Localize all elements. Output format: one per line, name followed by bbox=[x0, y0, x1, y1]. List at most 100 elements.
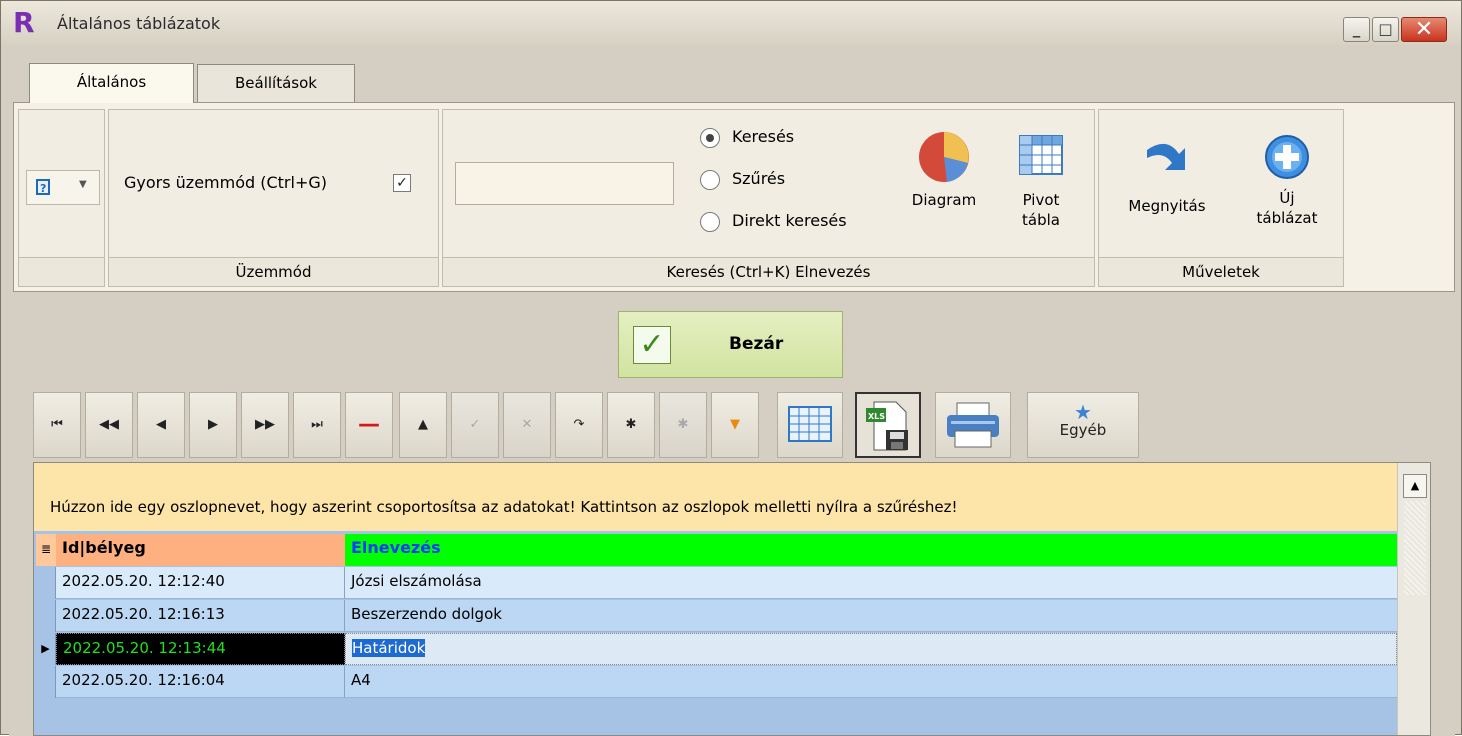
close-form-label: Bezár bbox=[729, 334, 784, 354]
nav-edit-record[interactable]: ▲ bbox=[399, 392, 447, 458]
group-by-hint: Húzzon ide egy oszlopnevet, hogy aszerin… bbox=[50, 498, 958, 516]
radio-szures-label: Szűrés bbox=[732, 169, 786, 188]
table-row[interactable]: 2022.05.20. 12:12:40 Józsi elszámolása bbox=[36, 567, 1397, 600]
radio-kereses[interactable] bbox=[700, 128, 720, 148]
pivot-label-2: tábla bbox=[1022, 211, 1060, 229]
vertical-scrollbar[interactable]: ▲ bbox=[1397, 463, 1430, 735]
search-group-caption: Keresés (Ctrl+K) Elnevezés bbox=[443, 257, 1094, 286]
open-button[interactable]: Megnyitás bbox=[1117, 132, 1217, 216]
printer-icon bbox=[947, 402, 999, 448]
nav-next-record[interactable]: ▶ bbox=[189, 392, 237, 458]
column-header-timestamp[interactable]: Id|bélyeg bbox=[56, 534, 345, 566]
ribbon-group-actions: Megnyitás Új táblázat Műveletek bbox=[1098, 109, 1344, 287]
maximize-button[interactable]: □ bbox=[1372, 17, 1399, 42]
actions-group-caption: Műveletek bbox=[1099, 257, 1343, 286]
nav-filter[interactable]: ▼ bbox=[711, 392, 759, 458]
cell-name[interactable]: Határidok bbox=[345, 633, 1397, 665]
nav-bookmark[interactable]: ✱ bbox=[607, 392, 655, 458]
print-button[interactable] bbox=[935, 392, 1011, 458]
group-by-panel[interactable]: Húzzon ide egy oszlopnevet, hogy aszerin… bbox=[34, 463, 1397, 531]
ribbon-group-search: Keresés Szűrés Direkt keresés Diagram Pi… bbox=[442, 109, 1095, 287]
radio-direkt[interactable] bbox=[700, 212, 720, 232]
app-logo: R bbox=[13, 6, 35, 39]
chevron-down-icon: ▼ bbox=[79, 179, 87, 190]
open-label: Megnyitás bbox=[1128, 197, 1206, 215]
nav-next-page[interactable]: ▶▶ bbox=[241, 392, 289, 458]
cancel-icon: ✕ bbox=[521, 417, 533, 432]
cell-name-selected-text: Határidok bbox=[352, 639, 426, 657]
column-chooser-icon[interactable]: ≣ bbox=[36, 534, 56, 566]
cell-name[interactable]: A4 bbox=[345, 666, 1397, 698]
tab-beallitasok[interactable]: Beállítások bbox=[197, 64, 355, 102]
nav-refresh[interactable]: ↷ bbox=[555, 392, 603, 458]
checkmark-icon: ✓ bbox=[633, 326, 671, 364]
radio-szures[interactable] bbox=[700, 170, 720, 190]
nav-cancel-edit[interactable]: ✕ bbox=[503, 392, 551, 458]
cell-name[interactable]: Józsi elszámolása bbox=[345, 567, 1397, 599]
cell-name[interactable]: Beszerzendo dolgok bbox=[345, 600, 1397, 632]
data-grid[interactable]: Húzzon ide egy oszlopnevet, hogy aszerin… bbox=[33, 462, 1431, 736]
first-record-icon: ⏮ bbox=[51, 417, 63, 432]
table-grid-icon bbox=[788, 406, 832, 442]
check-icon: ✓ bbox=[469, 417, 481, 432]
prev-record-icon: ◀ bbox=[156, 417, 166, 432]
diagram-button[interactable]: Diagram bbox=[899, 130, 989, 210]
current-row-arrow-icon: ▶ bbox=[36, 633, 56, 665]
column-header-name[interactable]: Elnevezés bbox=[345, 534, 1397, 566]
maximize-icon: □ bbox=[1378, 20, 1393, 38]
table-row-selected[interactable]: ▶ 2022.05.20. 12:13:44 Határidok bbox=[36, 633, 1397, 666]
row-indicator bbox=[36, 600, 56, 632]
cell-timestamp[interactable]: 2022.05.20. 12:12:40 bbox=[56, 567, 345, 599]
nav-delete-record[interactable]: — bbox=[345, 392, 393, 458]
title-bar[interactable]: R Általános táblázatok _ □ ✕ bbox=[1, 1, 1461, 45]
nav-last-record[interactable]: ⏭ bbox=[293, 392, 341, 458]
svg-text:?: ? bbox=[40, 182, 46, 195]
other-label: Egyéb bbox=[1059, 421, 1107, 439]
next-page-icon: ▶▶ bbox=[255, 417, 275, 432]
ribbon: ? ▼ Gyors üzemmód (Ctrl+G) ✓ Üzemmód Ker… bbox=[13, 102, 1455, 292]
new-label-1: Új bbox=[1279, 189, 1295, 207]
other-button[interactable]: ★ Egyéb bbox=[1027, 392, 1139, 458]
quick-mode-checkbox[interactable]: ✓ bbox=[393, 174, 411, 192]
cell-timestamp[interactable]: 2022.05.20. 12:13:44 bbox=[56, 633, 345, 665]
row-indicator bbox=[36, 666, 56, 698]
nav-prev-page[interactable]: ◀◀ bbox=[85, 392, 133, 458]
up-triangle-icon: ▲ bbox=[418, 417, 428, 432]
table-row[interactable]: 2022.05.20. 12:16:04 A4 bbox=[36, 666, 1397, 699]
quick-mode-label: Gyors üzemmód (Ctrl+G) bbox=[124, 173, 327, 192]
new-table-button[interactable]: Új táblázat bbox=[1245, 132, 1329, 228]
tab-altalanos[interactable]: Általános bbox=[29, 63, 194, 103]
nav-first-record[interactable]: ⏮ bbox=[33, 392, 81, 458]
search-input[interactable] bbox=[455, 162, 674, 205]
refresh-icon: ↷ bbox=[573, 417, 585, 432]
nav-goto-bookmark[interactable]: ✱ bbox=[659, 392, 707, 458]
minimize-button[interactable]: _ bbox=[1343, 17, 1370, 42]
help-dropdown[interactable]: ? ▼ bbox=[26, 170, 100, 205]
prev-page-icon: ◀◀ bbox=[99, 417, 119, 432]
goto-bookmark-icon: ✱ bbox=[677, 417, 689, 432]
close-window-button[interactable]: ✕ bbox=[1401, 17, 1447, 42]
svg-text:XLS: XLS bbox=[868, 412, 885, 421]
client-area: Általános Beállítások ? ▼ Gyors üzemmód … bbox=[9, 45, 1455, 736]
close-icon: ✕ bbox=[1414, 17, 1434, 42]
close-form-button[interactable]: ✓ Bezár bbox=[618, 311, 843, 378]
star-icon: ★ bbox=[1074, 400, 1092, 424]
scroll-track[interactable] bbox=[1404, 501, 1426, 595]
nav-post-edit[interactable]: ✓ bbox=[451, 392, 499, 458]
filter-icon: ▼ bbox=[730, 417, 740, 432]
grid-view-button[interactable] bbox=[777, 392, 843, 458]
export-xls-button[interactable]: XLS bbox=[855, 392, 921, 458]
cell-timestamp[interactable]: 2022.05.20. 12:16:04 bbox=[56, 666, 345, 698]
pivot-table-button[interactable]: Pivot tábla bbox=[1005, 130, 1077, 230]
app-window: R Általános táblázatok _ □ ✕ Általános B… bbox=[0, 0, 1462, 736]
ribbon-group-help: ? ▼ bbox=[18, 109, 105, 287]
table-row[interactable]: 2022.05.20. 12:16:13 Beszerzendo dolgok bbox=[36, 600, 1397, 633]
nav-prev-record[interactable]: ◀ bbox=[137, 392, 185, 458]
new-label-2: táblázat bbox=[1256, 209, 1318, 227]
cell-timestamp[interactable]: 2022.05.20. 12:16:13 bbox=[56, 600, 345, 632]
help-book-icon: ? bbox=[34, 178, 52, 196]
scroll-up-icon[interactable]: ▲ bbox=[1403, 474, 1427, 498]
next-record-icon: ▶ bbox=[208, 417, 218, 432]
minus-icon: — bbox=[358, 412, 380, 437]
ribbon-group-caption-empty bbox=[19, 257, 104, 286]
